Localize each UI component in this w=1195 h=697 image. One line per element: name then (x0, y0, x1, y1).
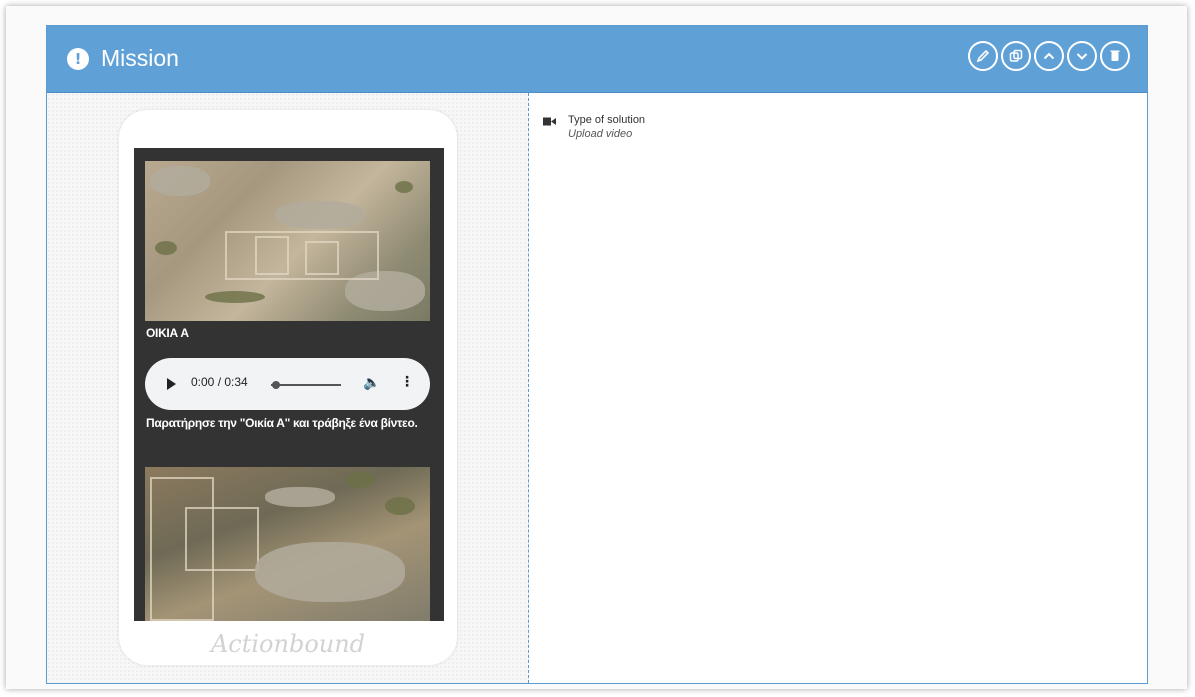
brand-logo: Actionbound (210, 630, 366, 658)
volume-icon[interactable]: 🔈 (363, 375, 380, 391)
preview-title: ΟΙΚΙΑ Α (146, 326, 189, 340)
solution-type-label: Type of solution (568, 114, 646, 126)
details-column: Type of solution Upload video (529, 93, 1147, 683)
phone-preview: ΟΙΚΙΑ Α 0:00 / 0:34 🔈 ⋮ Παρατήρησε την "… (119, 110, 457, 665)
video-camera-icon (543, 117, 556, 126)
panel-header: ! Mission (47, 26, 1147, 93)
mission-panel: ! Mission ΟΙΚΙΑ Α 0:00 / 0:34 🔈 ⋮ Παρατή… (46, 25, 1148, 684)
copy-icon (1009, 49, 1023, 62)
audio-time: 0:00 / 0:34 (191, 375, 248, 389)
solution-type-value: Upload video (568, 128, 633, 140)
header-actions (968, 41, 1130, 71)
exclamation-circle-icon: ! (67, 48, 89, 70)
move-down-button[interactable] (1067, 41, 1097, 71)
edit-button[interactable] (968, 41, 998, 71)
move-up-button[interactable] (1034, 41, 1064, 71)
more-options-icon[interactable]: ⋮ (400, 374, 414, 390)
delete-button[interactable] (1100, 41, 1130, 71)
trash-icon (1110, 50, 1120, 61)
duplicate-button[interactable] (1001, 41, 1031, 71)
panel-title: Mission (101, 45, 179, 71)
audio-progress-thumb[interactable] (271, 380, 281, 390)
play-icon[interactable] (167, 378, 176, 390)
audio-progress-track[interactable] (271, 384, 341, 386)
aerial-photo (145, 161, 430, 321)
excavation-photo (145, 467, 430, 621)
preview-instruction: Παρατήρησε την "Οικία Α" και τράβηξε ένα… (146, 416, 418, 430)
pencil-icon (976, 49, 990, 63)
chevron-up-icon (1043, 52, 1055, 60)
phone-screen: ΟΙΚΙΑ Α 0:00 / 0:34 🔈 ⋮ Παρατήρησε την "… (134, 148, 444, 621)
chevron-down-icon (1076, 53, 1088, 60)
audio-player[interactable]: 0:00 / 0:34 🔈 ⋮ (145, 358, 430, 410)
preview-column: ΟΙΚΙΑ Α 0:00 / 0:34 🔈 ⋮ Παρατήρησε την "… (47, 93, 529, 683)
